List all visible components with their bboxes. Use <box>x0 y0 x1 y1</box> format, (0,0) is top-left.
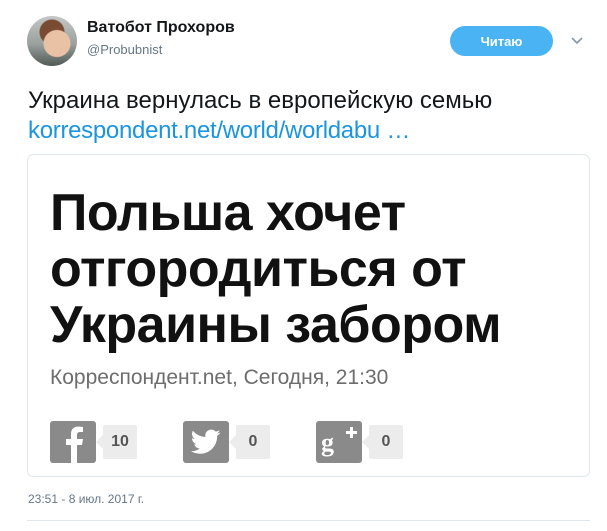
facebook-share-count: 10 <box>96 425 137 459</box>
card-headline-line-2: отгородиться от <box>50 240 467 298</box>
display-name[interactable]: Ватобот Прохоров <box>87 19 235 37</box>
tweet-link[interactable]: korrespondent.net/world/worldabu … <box>28 116 410 146</box>
tweet-text: Украина вернулась в европейскую семью <box>28 87 493 114</box>
twitter-bird-icon <box>183 421 229 463</box>
twitter-share-count: 0 <box>229 425 270 459</box>
facebook-share: 10 <box>50 421 137 463</box>
card-headline: Польша хочет отгородиться от Украины заб… <box>50 184 502 354</box>
link-preview-card[interactable]: Польша хочет отгородиться от Украины заб… <box>27 154 590 477</box>
card-headline-line-3: Украины забором <box>50 296 502 354</box>
svg-text:g: g <box>321 428 334 457</box>
google-plus-share: g 0 <box>316 421 403 463</box>
card-headline-line-1: Польша хочет <box>50 184 406 242</box>
google-plus-icon: g <box>316 421 362 463</box>
divider <box>27 520 590 521</box>
tweet-timestamp[interactable]: 23:51 - 8 июл. 2017 г. <box>28 492 144 506</box>
card-source-line: Корреспондент.net, Сегодня, 21:30 <box>50 366 389 389</box>
twitter-share: 0 <box>183 421 270 463</box>
facebook-icon <box>50 421 96 463</box>
user-handle[interactable]: @Probubnist <box>87 42 162 57</box>
avatar[interactable] <box>27 16 77 66</box>
google-plus-share-count: 0 <box>362 425 403 459</box>
follow-button[interactable]: Читаю <box>450 26 553 56</box>
chevron-down-icon[interactable] <box>570 34 584 48</box>
